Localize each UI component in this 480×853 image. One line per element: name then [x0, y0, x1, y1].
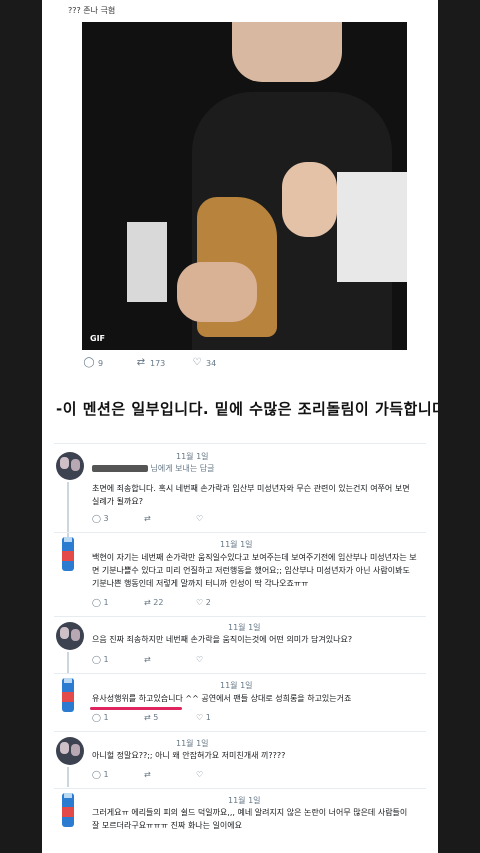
reply-count: 1 [103, 598, 109, 607]
comment-text: 초면에 죄송합니다. 혹시 네번째 손가락과 임산부 미성년자와 무슨 관련이 … [92, 484, 410, 506]
gif-hand [177, 262, 257, 322]
reply-icon: ◯ [92, 770, 101, 779]
like-count: 1 [205, 713, 211, 722]
retweet-action[interactable]: ⇄ 173 [136, 358, 165, 368]
thread-line [67, 482, 69, 542]
like-action[interactable]: ♡ [196, 514, 203, 523]
reply-count: 1 [103, 713, 109, 722]
like-icon: ♡ [196, 598, 204, 607]
comment-text: 아니헐 정말요??;; 아니 왜 안잡혀가요 저미친개새 끼???? [92, 751, 286, 760]
gif-hand [282, 162, 337, 237]
comment-date: 11월 1일 [228, 623, 261, 632]
comment-text: 백현이 자기는 네번째 손가락만 움직일수있다고 보여주는데 보여주기전에 임산… [92, 553, 417, 588]
like-action[interactable]: ♡ [196, 655, 203, 664]
thread-line [67, 652, 69, 674]
reply-to-line: 님에게 보내는 답글 [92, 463, 215, 474]
reply-action[interactable]: ◯ 9 [83, 357, 104, 368]
comment-date: 11월 1일 [220, 681, 253, 690]
reply-icon: ◯ [92, 514, 101, 523]
screenshot-sheet: ??? 존나 극혐 GIF ◯ 9 ⇄ 173 ♡ 34 -이 멘션은 일부입니… [42, 0, 438, 853]
reply-count: 1 [103, 655, 109, 664]
reply-action[interactable]: ◯ 1 [92, 770, 109, 779]
divider [54, 788, 426, 789]
gif-badge: GIF [90, 334, 106, 343]
avatar[interactable] [62, 678, 74, 712]
reply-count: 1 [103, 770, 109, 779]
retweet-icon: ⇄ [144, 770, 151, 779]
avatar[interactable] [56, 737, 84, 765]
avatar[interactable] [56, 622, 84, 650]
retweet-count: 22 [153, 598, 164, 607]
gif-media[interactable]: GIF [82, 22, 407, 350]
retweet-action[interactable]: ⇄ [144, 655, 151, 664]
reply-icon: ◯ [83, 357, 95, 368]
reply-action[interactable]: ◯ 3 [92, 514, 109, 523]
comment-date: 11월 1일 [176, 739, 209, 748]
reply-icon: ◯ [92, 713, 101, 722]
retweet-icon: ⇄ [144, 713, 151, 722]
comment-date: 11월 1일 [176, 452, 209, 461]
like-icon: ♡ [196, 770, 204, 779]
retweet-icon: ⇄ [144, 655, 151, 664]
gif-figure-face [232, 22, 342, 82]
like-icon: ♡ [196, 514, 204, 523]
comment-date: 11월 1일 [228, 796, 261, 805]
reply-count: 9 [98, 358, 104, 368]
thread-line [67, 767, 69, 787]
avatar[interactable] [62, 537, 74, 571]
reply-to-label: 님에게 보내는 답글 [150, 464, 215, 473]
reply-icon: ◯ [92, 598, 101, 607]
gif-shirt-stripe [127, 222, 167, 302]
comment-text: 유사성행위를 하고있습니다 ^^ 공연에서 팬들 상대로 성희롱을 하고있는거죠 [92, 694, 352, 703]
retweet-action[interactable]: ⇄ 22 [144, 598, 163, 607]
like-action[interactable]: ♡ [196, 770, 203, 779]
retweet-icon: ⇄ [136, 357, 146, 368]
divider [54, 673, 426, 674]
like-count: 2 [205, 598, 211, 607]
retweet-action[interactable]: ⇄ [144, 770, 151, 779]
headline-caption: -이 멘션은 일부입니다. 밑에 수많은 조리돌림이 가득합니다. [56, 400, 438, 418]
divider [54, 443, 426, 444]
retweet-action[interactable]: ⇄ 5 [144, 713, 158, 722]
tweet-text: ??? 존나 극혐 [68, 6, 116, 15]
retweet-icon: ⇄ [144, 514, 151, 523]
retweet-count: 173 [150, 358, 166, 368]
retweet-action[interactable]: ⇄ [144, 514, 151, 523]
divider [54, 616, 426, 617]
reply-icon: ◯ [92, 655, 101, 664]
reply-action[interactable]: ◯ 1 [92, 598, 109, 607]
reply-action[interactable]: ◯ 1 [92, 713, 109, 722]
divider [54, 532, 426, 533]
highlight-underline [90, 707, 182, 710]
comment-date: 11월 1일 [220, 540, 253, 549]
comment-text: 으음 진짜 죄송하지만 네번째 손가락을 움직이는것에 어떤 의미가 담겨있나요… [92, 635, 353, 644]
avatar[interactable] [56, 452, 84, 480]
comment-text: 그러게요ㅠ 에리들의 피의 쉴드 덕일까요,,, 예네 알려지지 않은 논란이 … [92, 808, 408, 830]
reply-count: 3 [103, 514, 109, 523]
avatar[interactable] [62, 793, 74, 827]
like-icon: ♡ [192, 357, 202, 368]
redacted-name [92, 465, 148, 472]
reply-action[interactable]: ◯ 1 [92, 655, 109, 664]
divider [54, 731, 426, 732]
retweet-icon: ⇄ [144, 598, 151, 607]
like-action[interactable]: ♡ 34 [192, 357, 217, 368]
like-action[interactable]: ♡ 1 [196, 713, 211, 722]
like-icon: ♡ [196, 713, 204, 722]
like-count: 34 [206, 358, 217, 368]
gif-shirt-stripe [337, 172, 407, 282]
like-action[interactable]: ♡ 2 [196, 598, 211, 607]
retweet-count: 5 [153, 713, 159, 722]
like-icon: ♡ [196, 655, 204, 664]
